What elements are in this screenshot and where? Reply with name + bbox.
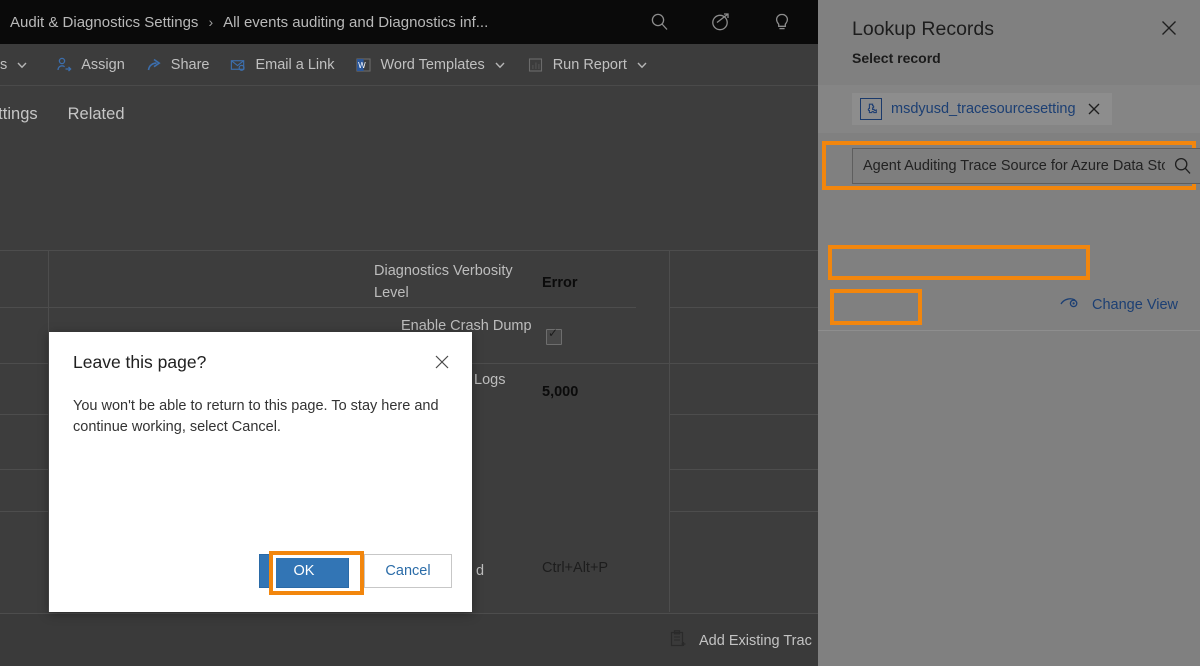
lookup-records-panel: Lookup Records Select record msdyusd_tra… [818,0,1200,666]
breadcrumb-parent[interactable]: Audit & Diagnostics Settings [10,14,198,31]
field-label-shortcut: d [476,560,484,582]
form-tab-list: Settings Related [0,86,818,142]
new-button-highlight-box [830,289,922,325]
entity-icon [860,98,882,120]
command-label: Email a Link [255,57,334,73]
dialog-message: You won't be able to return to this page… [73,396,445,438]
change-view-button[interactable]: Change View [1059,296,1178,314]
form-footer-bar: Add Existing Trac [0,613,818,666]
selected-entity-band: msdyusd_tracesourcesetting [818,85,1200,133]
panel-divider-lower [818,330,1200,331]
app-screen: Audit & Diagnostics Settings › All event… [0,0,1200,666]
breadcrumb-separator-icon: › [208,14,213,30]
assign-user-icon [55,56,73,74]
dialog-close-button[interactable] [430,352,454,376]
lookup-search-input[interactable]: Agent Auditing Trace Source for Azure Da… [852,148,1200,184]
empty-message-highlight-box [828,245,1090,280]
field-checkbox-enable-crash-dump[interactable] [546,329,562,345]
cancel-button[interactable]: Cancel [364,554,452,588]
email-link-icon [229,56,247,74]
panel-header: Lookup Records Select record [852,18,994,66]
command-add-existing-trace[interactable]: Add Existing Trac [668,629,812,653]
lookup-search-value: Agent Auditing Trace Source for Azure Da… [853,158,1165,174]
ok-button-highlight-inner [273,555,360,591]
command-label: Run Report [553,57,627,73]
command-share[interactable]: Share [135,44,220,85]
lightbulb-icon[interactable] [772,11,792,33]
close-icon [433,353,451,376]
svg-text:W: W [358,61,366,70]
tab-related[interactable]: Related [68,105,125,124]
tab-settings[interactable]: Settings [0,105,38,124]
change-view-label: Change View [1092,297,1178,313]
breadcrumb-current: All events auditing and Diagnostics inf.… [223,14,488,31]
entity-chip[interactable]: msdyusd_tracesourcesetting [852,93,1112,125]
chevron-down-icon [493,58,507,72]
field-value-diagnostics-verbosity-level: Error [542,275,577,291]
command-label: Word Templates [380,57,484,73]
search-icon[interactable] [1165,156,1200,176]
panel-close-button[interactable] [1156,17,1182,43]
command-label: Assign [81,57,125,73]
command-overflow[interactable]: s [0,44,39,85]
report-icon [527,56,545,74]
command-bar: s Assign Share [0,44,818,86]
add-existing-icon [668,629,687,653]
close-icon [1159,18,1179,43]
eye-icon [1059,296,1081,314]
breadcrumb: Audit & Diagnostics Settings › All event… [0,14,488,31]
field-value-logs: 5,000 [542,384,578,400]
field-label-logs: Logs [474,369,505,391]
command-overflow-label: s [0,57,7,73]
top-navigation-bar: Audit & Diagnostics Settings › All event… [0,0,818,44]
command-run-report[interactable]: Run Report [517,44,659,85]
chevron-down-icon [15,58,29,72]
command-label: Share [171,57,210,73]
dialog-title: Leave this page? [73,352,206,373]
chevron-down-icon [635,58,649,72]
field-value-shortcut: Ctrl+Alt+P [542,560,608,576]
footer-command-label: Add Existing Trac [699,633,812,649]
command-email-a-link[interactable]: Email a Link [219,44,344,85]
field-label-diagnostics-verbosity-level: Diagnostics Verbosity Level [374,260,544,304]
command-assign[interactable]: Assign [45,44,135,85]
topbar-icon-group [650,0,792,44]
entity-chip-label: msdyusd_tracesourcesetting [891,101,1076,117]
leave-page-dialog: Leave this page? You won't be able to re… [49,332,472,612]
word-icon: W [354,56,372,74]
share-icon [145,56,163,74]
assistant-icon[interactable] [710,11,732,33]
command-word-templates[interactable]: W Word Templates [344,44,516,85]
panel-title: Lookup Records [852,18,994,41]
close-icon[interactable] [1085,100,1103,118]
panel-subtitle: Select record [852,50,994,66]
search-icon[interactable] [650,12,670,32]
